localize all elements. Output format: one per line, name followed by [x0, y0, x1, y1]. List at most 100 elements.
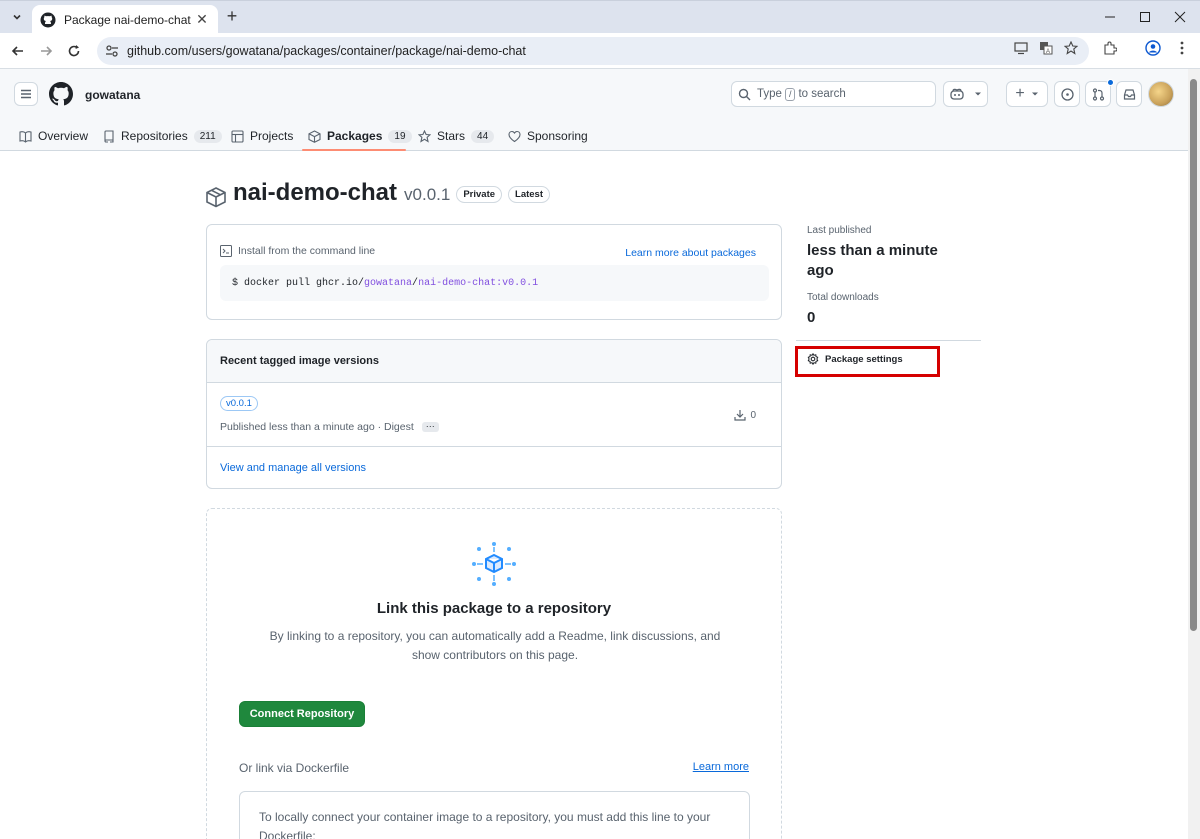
package-icon [308, 129, 321, 143]
address-bar[interactable]: github.com/users/gowatana/packages/conta… [97, 37, 1089, 65]
url-text: github.com/users/gowatana/packages/conta… [127, 44, 526, 58]
tab-label: Repositories [121, 129, 188, 143]
total-downloads-value: 0 [807, 309, 816, 326]
site-info-icon[interactable] [105, 44, 119, 58]
highlight-annotation [795, 346, 940, 377]
reload-icon [68, 45, 80, 57]
search-input[interactable]: Type / to search [731, 81, 936, 107]
tab-sponsoring[interactable]: Sponsoring [508, 121, 588, 151]
link-repo-title: Link this package to a repository [376, 600, 612, 617]
package-version: v0.0.1 [404, 185, 451, 204]
table-icon [231, 129, 244, 143]
extensions-icon[interactable] [1102, 40, 1118, 56]
version-download-count: 0 [750, 409, 756, 421]
hamburger-icon [21, 89, 31, 99]
command-image: nai-demo-chat:v0.0.1 [418, 278, 539, 289]
create-new-button[interactable]: + [1006, 81, 1048, 107]
tab-search-button[interactable] [6, 6, 28, 28]
download-icon [734, 410, 747, 421]
page-title: nai-demo-chat [233, 179, 398, 206]
tab-packages[interactable]: Packages 19 [308, 121, 412, 151]
minimize-button[interactable] [1090, 6, 1130, 28]
tab-stars[interactable]: Stars 44 [418, 121, 495, 151]
book-icon [19, 130, 32, 143]
latest-label: Latest [508, 186, 550, 203]
command-prefix: $ docker pull ghcr.io/ [232, 278, 365, 289]
new-tab-button[interactable]: + [222, 7, 242, 27]
total-downloads-label: Total downloads [807, 292, 879, 303]
tab-projects[interactable]: Projects [231, 121, 293, 151]
tab-label: Overview [38, 129, 89, 143]
svg-text:A: A [1046, 49, 1050, 55]
browser-tabstrip: Package nai-demo-chat ✕ + [0, 0, 1200, 34]
search-suffix: to search [798, 88, 846, 100]
version-downloads: 0 [734, 409, 756, 421]
packages-count: 19 [388, 129, 412, 143]
link-via-dockerfile-text: Or link via Dockerfile [239, 761, 350, 775]
close-icon [1174, 11, 1186, 23]
back-button[interactable] [8, 41, 28, 61]
plus-icon: + [1015, 85, 1025, 102]
package-icon [206, 187, 226, 208]
divider [207, 446, 781, 447]
profile-icon[interactable] [1145, 40, 1161, 56]
install-heading: Install from the command line [220, 245, 375, 257]
close-window-button[interactable] [1160, 6, 1200, 28]
profile-username-link[interactable]: gowatana [85, 88, 140, 102]
tab-label: Stars [437, 129, 466, 143]
issues-button[interactable] [1054, 81, 1080, 107]
package-title-row: nai-demo-chat v0.0.1 Private Latest [205, 178, 550, 208]
heart-icon [508, 130, 521, 142]
avatar[interactable] [1148, 81, 1174, 107]
stars-count: 44 [471, 129, 495, 143]
connect-repository-button[interactable]: Connect Repository [239, 701, 365, 727]
arrow-right-icon [41, 46, 53, 56]
forward-button[interactable] [36, 41, 56, 61]
install-command[interactable]: $ docker pull ghcr.io/gowatana/nai-demo-… [220, 265, 769, 301]
terminal-icon [220, 245, 232, 257]
tab-repositories[interactable]: Repositories 211 [103, 121, 222, 151]
inbox-button[interactable] [1116, 81, 1142, 107]
scrollbar-thumb[interactable] [1190, 79, 1197, 631]
issue-opened-icon [1060, 87, 1074, 101]
last-published-value: less than a minute ago [807, 242, 938, 279]
view-all-versions-link[interactable]: View and manage all versions [220, 462, 366, 474]
learn-more-link[interactable]: Learn more [693, 761, 749, 773]
versions-heading: Recent tagged image versions [207, 340, 781, 383]
maximize-button[interactable] [1125, 6, 1165, 28]
browser-tab[interactable]: Package nai-demo-chat ✕ [32, 5, 218, 34]
copilot-button[interactable] [943, 81, 988, 107]
digest-expand-button[interactable]: ··· [421, 422, 439, 432]
chevron-down-icon [13, 14, 21, 20]
browser-toolbar: github.com/users/gowatana/packages/conta… [0, 33, 1200, 69]
star-icon [418, 129, 431, 143]
last-published-label: Last published [807, 225, 872, 236]
tab-overview[interactable]: Overview [19, 121, 88, 151]
install-box: Install from the command line Learn more… [206, 224, 782, 320]
package-network-icon [472, 542, 516, 586]
translate-icon[interactable]: A [1038, 40, 1054, 56]
install-app-icon[interactable] [1013, 40, 1029, 56]
tab-label: Sponsoring [527, 129, 588, 143]
learn-more-packages-link[interactable]: Learn more about packages [625, 247, 756, 259]
install-heading-text: Install from the command line [238, 245, 376, 257]
github-logo-icon[interactable] [49, 82, 73, 106]
maximize-icon [1140, 12, 1150, 22]
notification-indicator [1107, 79, 1114, 86]
bookmark-star-icon[interactable] [1063, 40, 1079, 56]
search-shortcut-key: / [784, 87, 796, 101]
command-user: gowatana [364, 278, 413, 289]
arrow-left-icon [11, 46, 23, 56]
private-label: Private [456, 186, 503, 203]
page-scrollbar[interactable] [1188, 69, 1200, 839]
browser-menu-icon[interactable] [1174, 40, 1190, 56]
close-tab-icon[interactable]: ✕ [194, 11, 210, 28]
repositories-count: 211 [193, 129, 222, 143]
git-pull-request-icon [1092, 87, 1104, 101]
global-menu-button[interactable] [14, 82, 38, 106]
inbox-icon [1123, 88, 1135, 100]
reload-button[interactable] [64, 41, 84, 61]
version-tag[interactable]: v0.0.1 [220, 396, 258, 411]
link-repo-description: By linking to a repository, you can auto… [269, 629, 721, 662]
caret-down-icon [1031, 92, 1038, 96]
